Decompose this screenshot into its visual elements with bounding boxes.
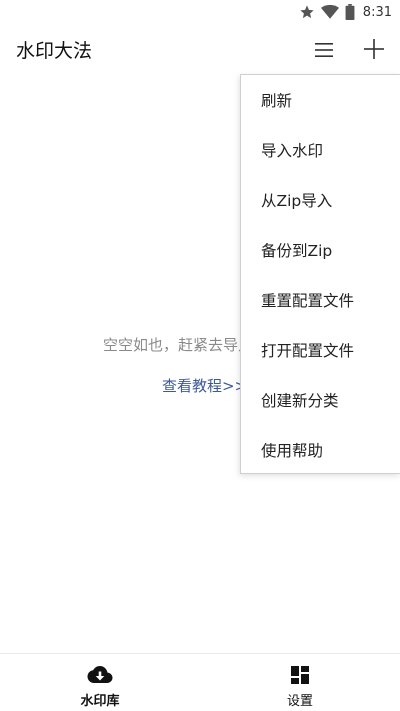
battery-icon <box>345 4 355 20</box>
plus-icon <box>364 39 384 59</box>
menu-item-backup-zip[interactable]: 备份到Zip <box>241 225 400 275</box>
app-screen: 8:31 水印大法 空空如也，赶紧去导入 查看教程>> 刷新 导入水印 从Zip… <box>0 0 400 711</box>
nav-label-settings: 设置 <box>286 694 313 709</box>
status-bar: 8:31 <box>0 0 400 24</box>
page-title: 水印大法 <box>16 39 93 62</box>
nav-item-settings[interactable]: 设置 <box>200 654 400 711</box>
list-menu-button[interactable] <box>308 36 340 64</box>
nav-item-watermark-library[interactable]: 水印库 <box>0 654 200 711</box>
overflow-menu: 刷新 导入水印 从Zip导入 备份到Zip 重置配置文件 打开配置文件 创建新分… <box>240 74 400 474</box>
app-bar: 水印大法 <box>0 24 400 74</box>
empty-state-message: 空空如也，赶紧去导入 <box>103 336 254 354</box>
menu-item-import-zip[interactable]: 从Zip导入 <box>241 175 400 225</box>
wifi-icon <box>320 4 339 20</box>
menu-item-refresh[interactable]: 刷新 <box>241 75 400 125</box>
tutorial-link[interactable]: 查看教程>> <box>162 375 247 396</box>
bottom-nav: 水印库 设置 <box>0 653 400 711</box>
cloud-download-icon <box>87 664 113 686</box>
nav-label-watermark-library: 水印库 <box>80 694 120 709</box>
add-button[interactable] <box>358 34 390 64</box>
list-menu-icon <box>315 43 333 57</box>
menu-item-help[interactable]: 使用帮助 <box>241 425 400 475</box>
status-time: 8:31 <box>362 4 392 20</box>
star-icon <box>299 4 315 20</box>
menu-item-open-config[interactable]: 打开配置文件 <box>241 325 400 375</box>
menu-item-new-category[interactable]: 创建新分类 <box>241 375 400 425</box>
dashboard-icon <box>290 664 310 686</box>
menu-item-import-watermark[interactable]: 导入水印 <box>241 125 400 175</box>
menu-item-reset-config[interactable]: 重置配置文件 <box>241 275 400 325</box>
